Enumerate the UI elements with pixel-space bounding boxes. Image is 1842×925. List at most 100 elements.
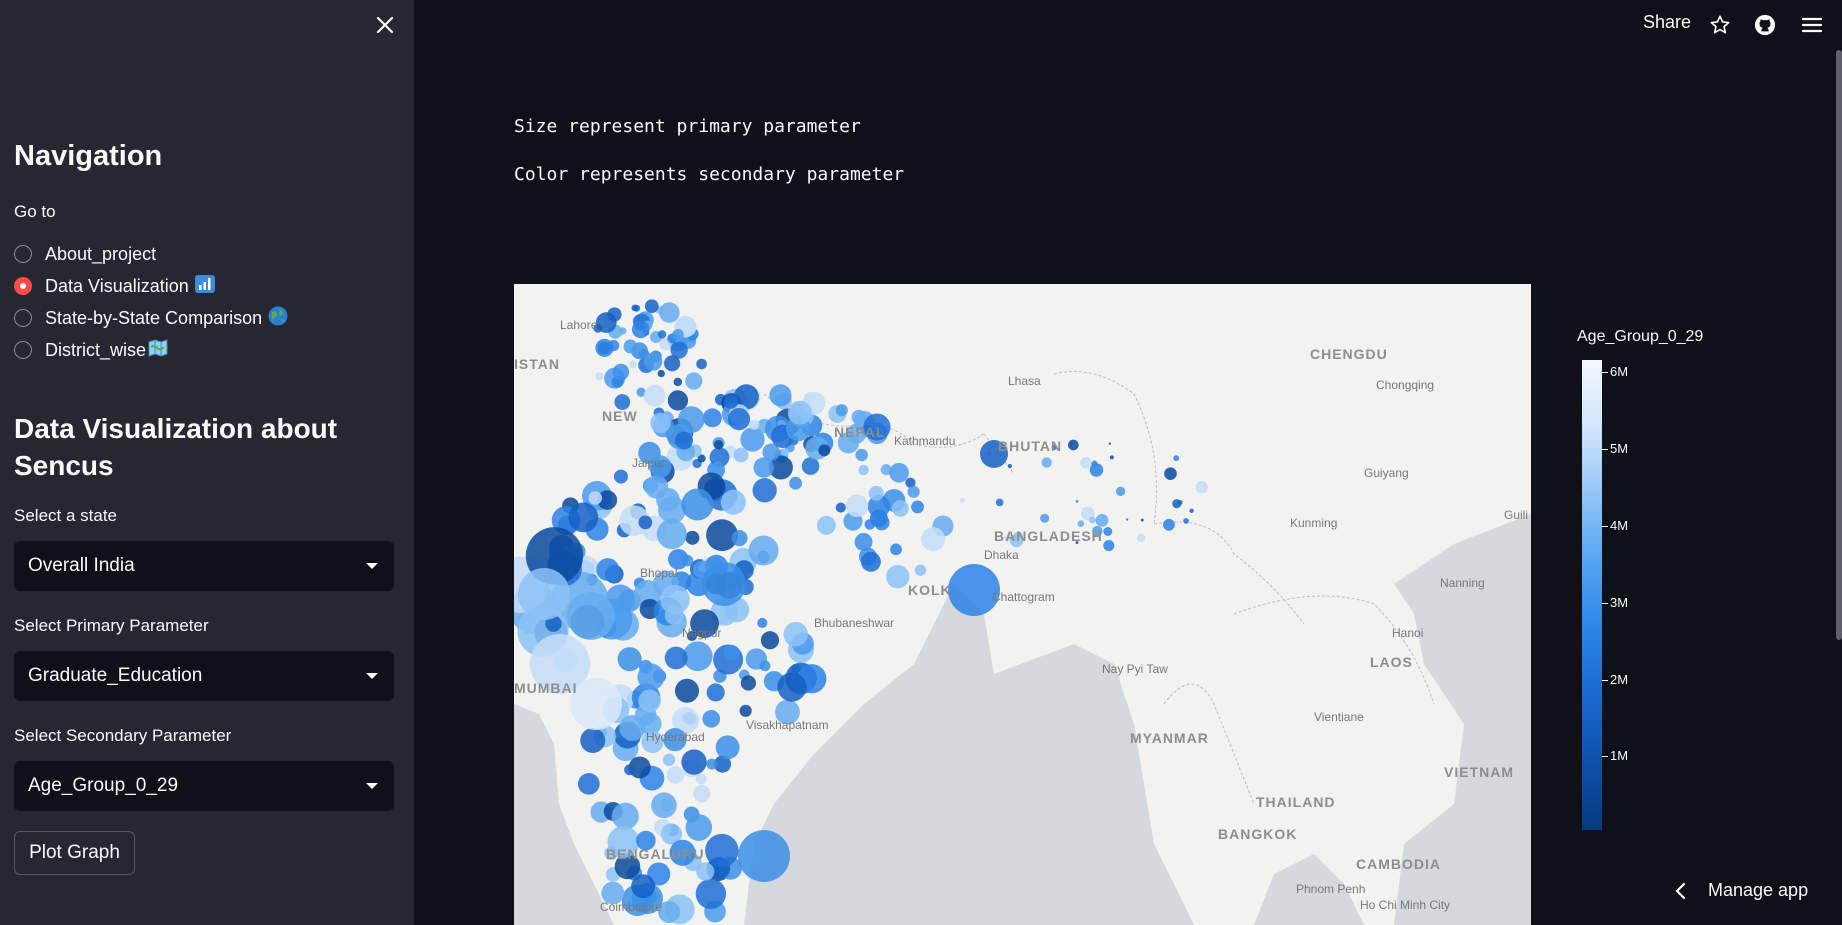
map-bubble[interactable] [685, 814, 713, 841]
map-bubble[interactable] [748, 535, 779, 566]
map-bubble[interactable] [629, 360, 638, 369]
map-bubble[interactable] [666, 766, 685, 784]
radio-button[interactable] [14, 245, 32, 263]
map-bubble[interactable] [695, 773, 707, 785]
map-bubble[interactable] [720, 489, 746, 515]
map-bubble[interactable] [845, 494, 869, 518]
map-bubble[interactable] [1103, 527, 1113, 536]
map-bubble[interactable] [657, 369, 665, 378]
map-bubble[interactable] [1173, 455, 1180, 462]
map-bubble[interactable] [596, 558, 620, 582]
radio-state-comparison[interactable]: State-by-State Comparison [14, 304, 288, 332]
map-bubble[interactable] [886, 565, 910, 589]
map-bubble[interactable] [911, 500, 924, 514]
radio-button[interactable] [14, 341, 32, 359]
map-bubble[interactable] [858, 464, 869, 476]
map-bubble[interactable] [914, 564, 927, 576]
map-bubble[interactable] [681, 488, 714, 521]
map-bubble[interactable] [696, 862, 715, 881]
map-bubble[interactable] [724, 394, 738, 409]
map-bubble[interactable] [518, 568, 570, 620]
map-bubble[interactable] [759, 660, 771, 672]
map-bubble[interactable] [1162, 518, 1175, 531]
map-bubble[interactable] [624, 764, 635, 776]
map-bubble[interactable] [864, 519, 876, 530]
map-bubble[interactable] [801, 457, 820, 475]
map-bubble[interactable] [580, 727, 606, 753]
map-bubble[interactable] [638, 689, 661, 713]
map-bubble[interactable] [631, 304, 639, 312]
map-bubble[interactable] [674, 678, 700, 703]
map-bubble[interactable] [702, 408, 722, 428]
map-bubble[interactable] [681, 749, 707, 775]
radio-about-project[interactable]: About_project [14, 240, 156, 268]
map-bubble[interactable] [1095, 513, 1109, 527]
map-bubble[interactable] [769, 384, 792, 407]
map-bubble[interactable] [868, 485, 884, 501]
map-bubble[interactable] [739, 704, 752, 717]
map-bubble[interactable] [757, 617, 768, 628]
radio-data-visualization[interactable]: Data Visualization [14, 272, 215, 300]
map-bubble[interactable] [595, 338, 614, 357]
menu-icon[interactable] [1799, 12, 1825, 38]
map-bubble[interactable] [1115, 486, 1126, 497]
map-bubble[interactable] [674, 431, 693, 450]
map-bubble[interactable] [702, 562, 746, 606]
map-bubble[interactable] [623, 339, 638, 354]
map-bubble[interactable] [715, 735, 740, 760]
map-bubble[interactable] [835, 502, 846, 513]
map-bubble[interactable] [706, 683, 725, 702]
map-bubble[interactable] [656, 519, 687, 550]
map-bubble[interactable] [890, 543, 902, 556]
map-bubble[interactable] [595, 372, 604, 381]
map-bubble[interactable] [672, 328, 684, 341]
map-bubble[interactable] [1088, 516, 1096, 524]
map-bubble[interactable] [588, 491, 602, 505]
primary-parameter-select[interactable]: Graduate_Education [14, 651, 394, 701]
map-bubble[interactable] [731, 530, 748, 547]
map-bubble[interactable] [1195, 480, 1208, 494]
state-select[interactable]: Overall India [14, 541, 394, 591]
map-bubble[interactable] [659, 302, 680, 323]
map-bubble[interactable] [693, 784, 711, 803]
map-bubble[interactable] [644, 299, 659, 314]
map-bubble[interactable] [835, 404, 848, 417]
map-bubble[interactable] [995, 498, 1004, 507]
map-bubble[interactable] [570, 678, 622, 730]
map-bubble[interactable] [664, 355, 681, 372]
map-bubble[interactable] [1077, 520, 1085, 527]
star-icon[interactable] [1707, 12, 1733, 38]
map-bubble[interactable] [1136, 533, 1146, 543]
plot-graph-button[interactable]: Plot Graph [14, 831, 135, 875]
github-icon[interactable] [1752, 12, 1778, 38]
map-bubble[interactable] [643, 384, 666, 407]
map-bubble[interactable] [959, 497, 966, 503]
map-bubble[interactable] [860, 551, 881, 572]
map-bubble[interactable] [1109, 455, 1114, 460]
map-bubble[interactable] [566, 591, 615, 640]
map-bubble[interactable] [617, 647, 642, 672]
map-bubble[interactable] [907, 485, 920, 498]
map-bubble[interactable] [650, 412, 671, 434]
map-bubble[interactable] [889, 462, 909, 483]
map-bubble[interactable] [705, 833, 739, 868]
map-bubble[interactable] [874, 514, 890, 531]
map-bubble[interactable] [662, 753, 676, 767]
map-bubble[interactable] [1164, 467, 1177, 481]
page-scrollbar[interactable] [1836, 50, 1842, 640]
map-bubble[interactable] [851, 409, 867, 425]
map-bubble[interactable] [760, 631, 780, 650]
map-bubble[interactable] [695, 878, 727, 910]
radio-button[interactable] [14, 309, 32, 327]
map-bubble[interactable] [1103, 539, 1115, 552]
map-bubble[interactable] [1080, 457, 1092, 469]
map-bubble[interactable] [854, 532, 873, 551]
map-bubble[interactable] [696, 358, 707, 370]
map-bubble[interactable] [664, 605, 684, 625]
map-bubble[interactable] [777, 672, 807, 702]
map-bubble[interactable] [568, 502, 599, 533]
map-bubble[interactable] [1140, 518, 1144, 522]
map-bubble[interactable] [1108, 442, 1112, 445]
map-bubble[interactable] [1067, 439, 1079, 451]
map-bubble[interactable] [780, 448, 789, 457]
